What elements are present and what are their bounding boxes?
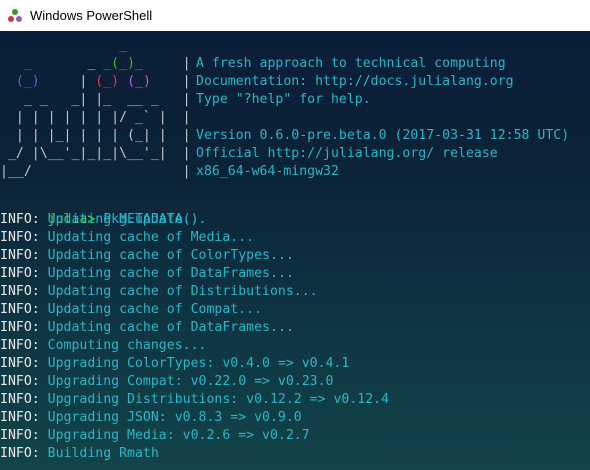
info-label: INFO: [0, 302, 40, 317]
info-message: Upgrading Distributions: v0.12.2 => v0.1… [47, 392, 390, 407]
info-line: INFO: Upgrading JSON: v0.8.3 => v0.9.0 [0, 409, 302, 427]
info-message: Upgrading ColorTypes: v0.4.0 => v0.4.1 [47, 356, 350, 371]
info-message: Updating cache of Compat... [47, 302, 263, 317]
info-label: INFO: [0, 284, 40, 299]
info-label: INFO: [0, 446, 40, 461]
info-line: INFO: Upgrading Media: v0.2.6 => v0.2.7 [0, 427, 310, 445]
info-label: INFO: [0, 356, 40, 371]
logo-row: _ [119, 38, 128, 53]
info-line: INFO: Computing changes... [0, 337, 206, 355]
info-label: INFO: [0, 320, 40, 335]
logo-row: | | | | | | |/ _` | | [0, 110, 191, 125]
info-line: INFO: Building Rmath [0, 445, 159, 463]
info-label: INFO: [0, 410, 40, 425]
julia-app-icon [8, 8, 22, 23]
logo-row: (_) | (_) (_) | [0, 74, 191, 89]
banner-line: Official http://julialang.org/ release [196, 146, 498, 161]
info-message: Upgrading Compat: v0.22.0 => v0.23.0 [47, 374, 334, 389]
logo-row: |__/ | [0, 164, 191, 179]
info-line: INFO: Updating cache of ColorTypes... [0, 247, 294, 265]
info-line: INFO: Updating cache of Distributions... [0, 283, 318, 301]
logo-row: _/ |\__'_|_|_|\__'_| | [0, 146, 191, 161]
info-label: INFO: [0, 428, 40, 443]
info-line: INFO: Upgrading Compat: v0.22.0 => v0.23… [0, 373, 333, 391]
info-message: Updating METADATA... [47, 212, 207, 227]
info-message: Updating cache of DataFrames... [47, 320, 294, 335]
info-label: INFO: [0, 392, 40, 407]
prompt-line: julia> Pkg.update() [0, 193, 199, 227]
info-message: Updating cache of DataFrames... [47, 266, 294, 281]
title-bar[interactable]: Windows PowerShell [0, 0, 590, 31]
info-line: INFO: Updating METADATA... [0, 211, 206, 229]
logo-row: _ _ _(_)_ | [0, 56, 191, 71]
info-label: INFO: [0, 338, 40, 353]
info-message: Upgrading JSON: v0.8.3 => v0.9.0 [47, 410, 302, 425]
info-line: INFO: Updating cache of Compat... [0, 301, 262, 319]
banner-line: A fresh approach to technical computing [196, 56, 506, 71]
info-label: INFO: [0, 248, 40, 263]
powershell-window: Windows PowerShell _ _ _ _(_)_ | (_) | (… [0, 0, 590, 470]
info-label: INFO: [0, 266, 40, 281]
info-message: Updating cache of ColorTypes... [47, 248, 294, 263]
info-message: Building Rmath [47, 446, 159, 461]
info-line: INFO: Upgrading Distributions: v0.12.2 =… [0, 391, 389, 409]
banner-line: Type "?help" for help. [196, 92, 371, 107]
info-message: Upgrading Media: v0.2.6 => v0.2.7 [47, 428, 310, 443]
info-line: INFO: Updating cache of DataFrames... [0, 265, 294, 283]
banner-line: Documentation: http://docs.julialang.org [196, 74, 514, 89]
info-line: INFO: Updating cache of Media... [0, 229, 254, 247]
console-output[interactable]: _ _ _ _(_)_ | (_) | (_) (_) | _ _ _| |_ … [0, 31, 590, 470]
banner-line: x86_64-w64-mingw32 [196, 164, 339, 179]
info-message: Updating cache of Media... [47, 230, 255, 245]
info-message: Updating cache of Distributions... [47, 284, 318, 299]
logo-row: _ _ _| |_ __ _ | [0, 92, 191, 107]
info-label: INFO: [0, 230, 40, 245]
logo-row: | | |_| | | | (_| | | [0, 128, 191, 143]
info-label: INFO: [0, 374, 40, 389]
info-line: INFO: Upgrading ColorTypes: v0.4.0 => v0… [0, 355, 349, 373]
info-label: INFO: [0, 212, 40, 227]
info-line: INFO: Updating cache of DataFrames... [0, 319, 294, 337]
window-title: Windows PowerShell [30, 8, 153, 23]
banner-line: Version 0.6.0-pre.beta.0 (2017-03-31 12:… [196, 128, 570, 143]
info-message: Computing changes... [47, 338, 207, 353]
